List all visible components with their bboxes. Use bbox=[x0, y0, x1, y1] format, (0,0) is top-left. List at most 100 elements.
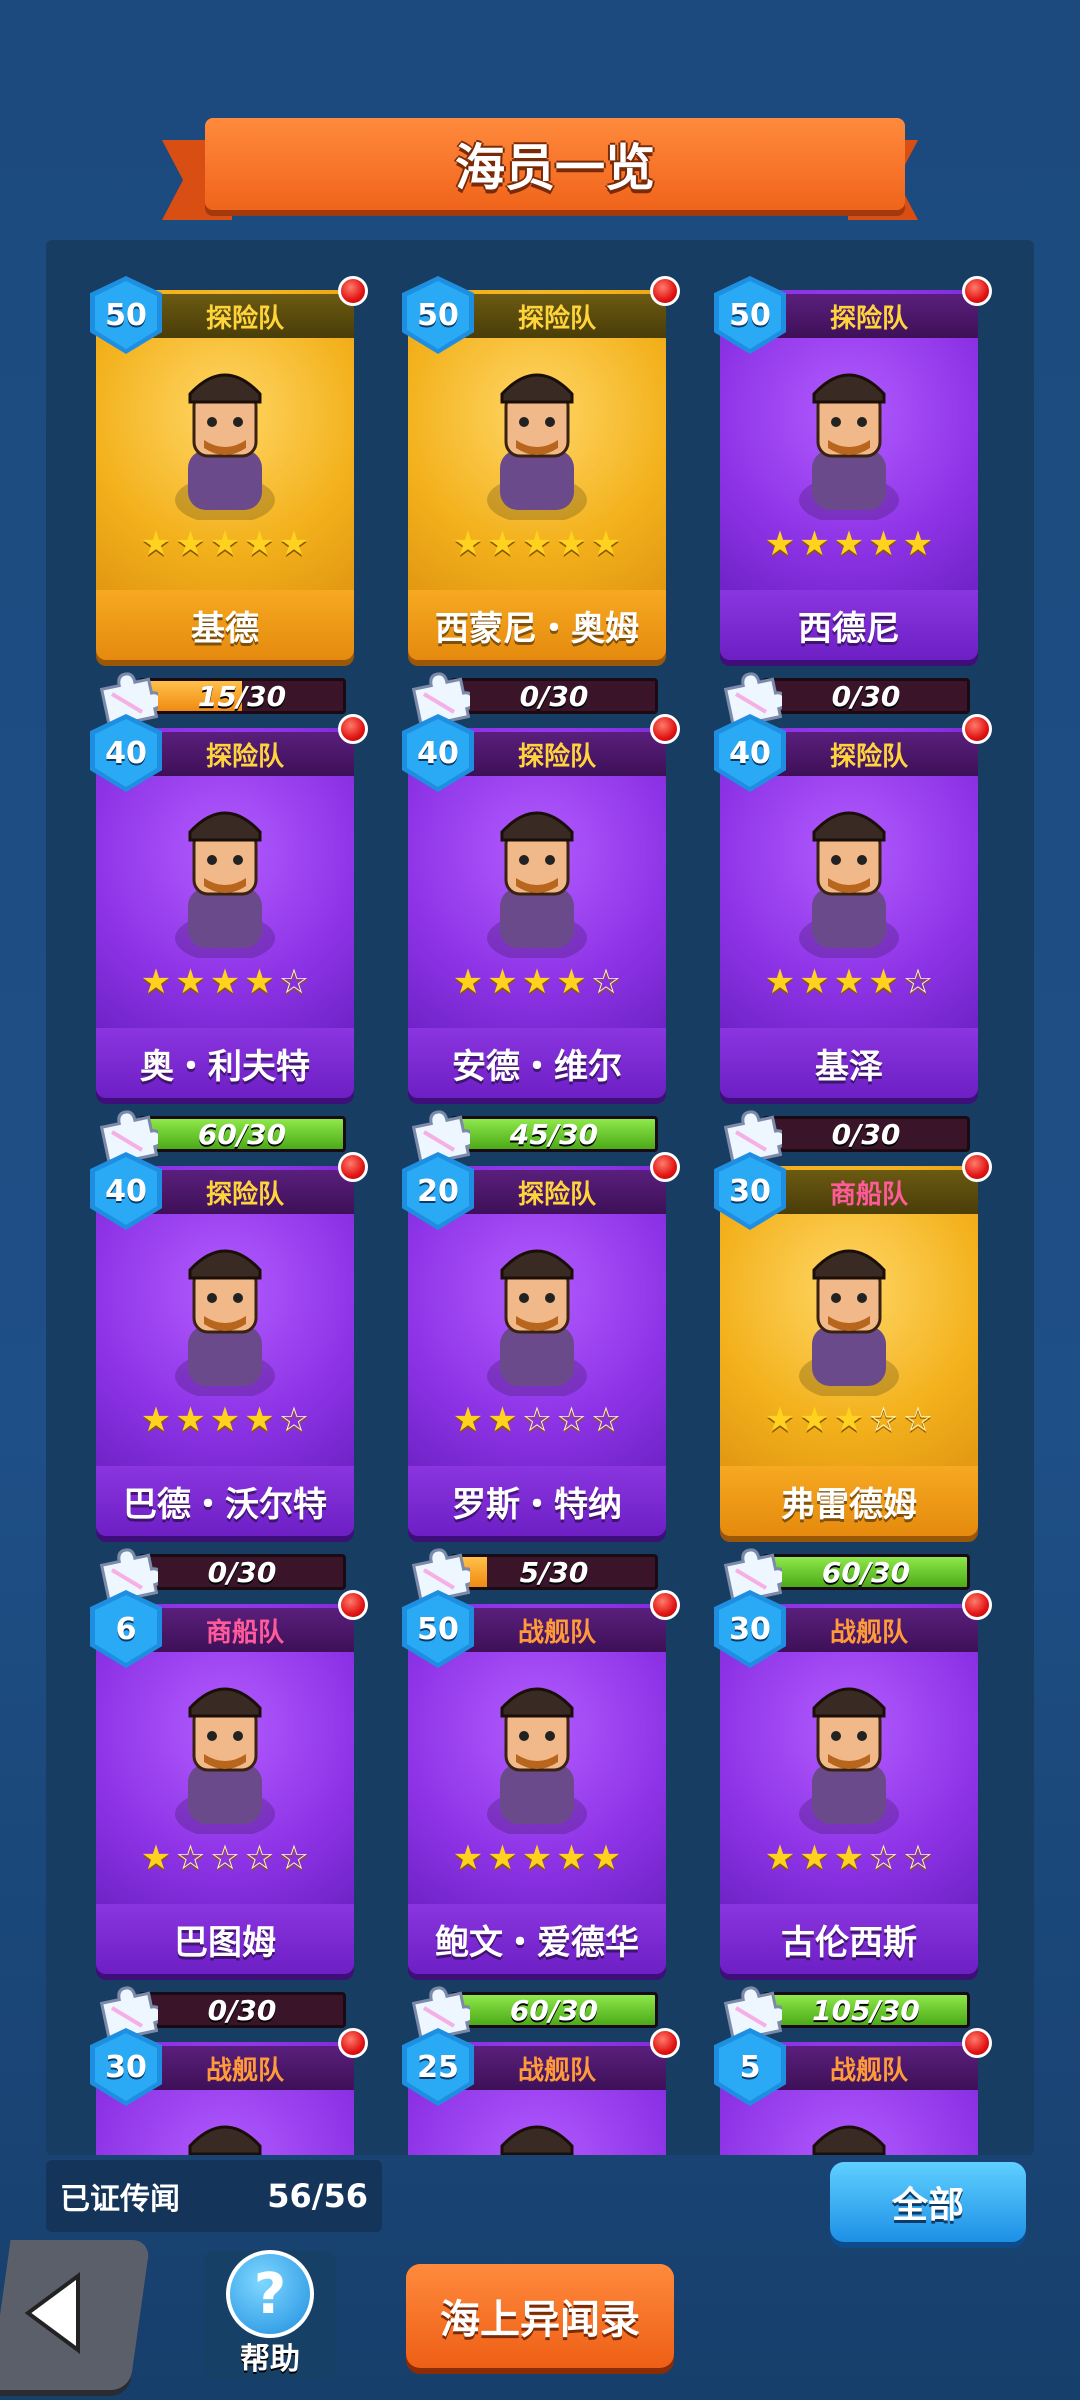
back-arrow-icon[interactable] bbox=[18, 2268, 88, 2358]
star-filled-icon: ★ bbox=[764, 1838, 796, 1878]
star-filled-icon: ★ bbox=[764, 1400, 796, 1440]
help-icon[interactable]: ? bbox=[226, 2250, 314, 2338]
crew-avatar-icon bbox=[188, 2125, 262, 2155]
star-filled-icon: ★ bbox=[140, 1400, 172, 1440]
filter-all-button[interactable]: 全部 bbox=[830, 2162, 1026, 2242]
team-tag: 探险队 bbox=[760, 294, 978, 338]
fragment-progress: 105/30 bbox=[722, 1986, 972, 2038]
team-tag: 探险队 bbox=[136, 732, 354, 776]
star-filled-icon: ★ bbox=[521, 1838, 553, 1878]
star-filled-icon: ★ bbox=[868, 962, 899, 1002]
team-tag: 战舰队 bbox=[136, 2046, 354, 2090]
fragment-progress: 0/30 bbox=[98, 1986, 348, 2038]
crew-card[interactable]: 战舰队 5 bbox=[714, 2028, 992, 2155]
star-empty-icon: ☆ bbox=[278, 1400, 310, 1440]
star-filled-icon: ★ bbox=[175, 1400, 206, 1440]
rumor-count-box: 已证传闻 56/56 bbox=[46, 2160, 382, 2232]
notification-dot-icon bbox=[338, 1590, 368, 1620]
star-rating: ★ ★ ★ ★ ★ bbox=[408, 524, 666, 564]
crew-name: 古伦西斯 bbox=[720, 1904, 978, 1974]
notification-dot-icon bbox=[650, 1152, 680, 1182]
star-empty-icon: ☆ bbox=[590, 1400, 622, 1440]
crew-avatar-icon bbox=[799, 1687, 899, 1834]
crew-card[interactable]: 商船队 6 ★ ☆ ☆ ☆ ☆ 巴图姆 bbox=[90, 1590, 368, 1974]
crew-card[interactable]: 战舰队 30 ★ ★ ★ ☆ ☆ 古伦西斯 bbox=[714, 1590, 992, 1974]
progress-text: 15/30 bbox=[197, 679, 287, 713]
star-empty-icon: ☆ bbox=[278, 962, 310, 1002]
progress-text: 0/30 bbox=[519, 679, 589, 713]
notification-dot-icon bbox=[650, 276, 680, 306]
star-empty-icon: ☆ bbox=[244, 1838, 275, 1878]
notification-dot-icon bbox=[650, 2028, 680, 2058]
team-tag: 探险队 bbox=[448, 294, 666, 338]
star-empty-icon: ☆ bbox=[868, 1838, 899, 1878]
crew-avatar-icon bbox=[175, 1249, 275, 1396]
star-rating: ★ ★ ★ ★ ★ bbox=[96, 524, 354, 564]
crew-card[interactable]: 探险队 20 ★ ★ ☆ ☆ ☆ 罗斯・特纳 bbox=[402, 1152, 680, 1536]
progress-text: 5/30 bbox=[519, 1555, 589, 1589]
star-empty-icon: ☆ bbox=[590, 962, 622, 1002]
star-filled-icon: ★ bbox=[833, 962, 865, 1002]
team-tag: 战舰队 bbox=[760, 1608, 978, 1652]
star-empty-icon: ☆ bbox=[278, 1838, 310, 1878]
star-filled-icon: ★ bbox=[799, 1400, 830, 1440]
team-tag: 探险队 bbox=[136, 1170, 354, 1214]
sea-stories-button[interactable]: 海上异闻录 bbox=[406, 2264, 674, 2368]
notification-dot-icon bbox=[338, 276, 368, 306]
rumor-count-label: 已证传闻 bbox=[60, 2182, 180, 2217]
crew-card[interactable]: 探险队 40 ★ ★ ★ ★ ☆ 安德・维尔 bbox=[402, 714, 680, 1098]
crew-avatar-icon bbox=[799, 373, 899, 520]
progress-text: 45/30 bbox=[509, 1117, 599, 1151]
crew-card[interactable]: 战舰队 30 bbox=[90, 2028, 368, 2155]
team-tag: 商船队 bbox=[760, 1170, 978, 1214]
star-filled-icon: ★ bbox=[244, 524, 275, 564]
crew-card[interactable]: 探险队 40 ★ ★ ★ ★ ☆ 奥・利夫特 bbox=[90, 714, 368, 1098]
crew-card[interactable]: 商船队 30 ★ ★ ★ ☆ ☆ 弗雷德姆 bbox=[714, 1152, 992, 1536]
crew-card[interactable]: 战舰队 50 ★ ★ ★ ★ ★ 鲍文・爱德华 bbox=[402, 1590, 680, 1974]
notification-dot-icon bbox=[962, 1152, 992, 1182]
star-filled-icon: ★ bbox=[521, 962, 553, 1002]
fragment-progress: 15/30 bbox=[98, 672, 348, 724]
star-filled-icon: ★ bbox=[487, 1838, 518, 1878]
crew-avatar-icon bbox=[812, 2125, 886, 2155]
crew-card[interactable]: 探险队 50 ★ ★ ★ ★ ★ 西蒙尼・奥姆 bbox=[402, 276, 680, 660]
crew-avatar-icon bbox=[500, 2125, 574, 2155]
star-filled-icon: ★ bbox=[799, 524, 830, 564]
fragment-progress: 0/30 bbox=[410, 672, 660, 724]
team-tag: 战舰队 bbox=[448, 1608, 666, 1652]
fragment-progress: 0/30 bbox=[98, 1548, 348, 1600]
star-filled-icon: ★ bbox=[452, 1838, 484, 1878]
progress-text: 60/30 bbox=[197, 1117, 287, 1151]
star-filled-icon: ★ bbox=[487, 524, 518, 564]
star-rating: ★ ★ ★ ★ ☆ bbox=[408, 962, 666, 1002]
crew-name: 基德 bbox=[96, 590, 354, 660]
star-filled-icon: ★ bbox=[799, 962, 830, 1002]
fragment-progress: 60/30 bbox=[98, 1110, 348, 1162]
fragment-progress: 60/30 bbox=[410, 1986, 660, 2038]
star-rating: ★ ★ ★ ★ ★ bbox=[408, 1838, 666, 1878]
fragment-progress: 0/30 bbox=[722, 672, 972, 724]
star-empty-icon: ☆ bbox=[868, 1400, 899, 1440]
page-title: 海员一览 bbox=[455, 139, 655, 197]
star-filled-icon: ★ bbox=[452, 1400, 484, 1440]
crew-panel[interactable]: 探险队 50 ★ ★ ★ ★ ★ 基德 15/30 探险队 50 ★ ★ ★ ★ ★ 西蒙尼・奥姆 0/30 探险队… bbox=[46, 240, 1034, 2155]
star-filled-icon: ★ bbox=[833, 1400, 865, 1440]
fragment-progress: 45/30 bbox=[410, 1110, 660, 1162]
crew-name: 巴图姆 bbox=[96, 1904, 354, 1974]
notification-dot-icon bbox=[962, 276, 992, 306]
progress-text: 0/30 bbox=[831, 679, 901, 713]
notification-dot-icon bbox=[650, 1590, 680, 1620]
star-filled-icon: ★ bbox=[833, 1838, 865, 1878]
crew-name: 巴德・沃尔特 bbox=[96, 1466, 354, 1536]
crew-card[interactable]: 探险队 40 ★ ★ ★ ★ ☆ 巴德・沃尔特 bbox=[90, 1152, 368, 1536]
crew-card[interactable]: 探险队 50 ★ ★ ★ ★ ★ 西德尼 bbox=[714, 276, 992, 660]
star-rating: ★ ☆ ☆ ☆ ☆ bbox=[96, 1838, 354, 1878]
notification-dot-icon bbox=[338, 2028, 368, 2058]
star-filled-icon: ★ bbox=[244, 962, 275, 1002]
crew-card[interactable]: 探险队 40 ★ ★ ★ ★ ☆ 基泽 bbox=[714, 714, 992, 1098]
crew-card[interactable]: 战舰队 25 bbox=[402, 2028, 680, 2155]
crew-avatar-icon bbox=[799, 811, 899, 958]
crew-avatar-icon bbox=[175, 811, 275, 958]
star-empty-icon: ☆ bbox=[902, 1838, 934, 1878]
crew-card[interactable]: 探险队 50 ★ ★ ★ ★ ★ 基德 bbox=[90, 276, 368, 660]
